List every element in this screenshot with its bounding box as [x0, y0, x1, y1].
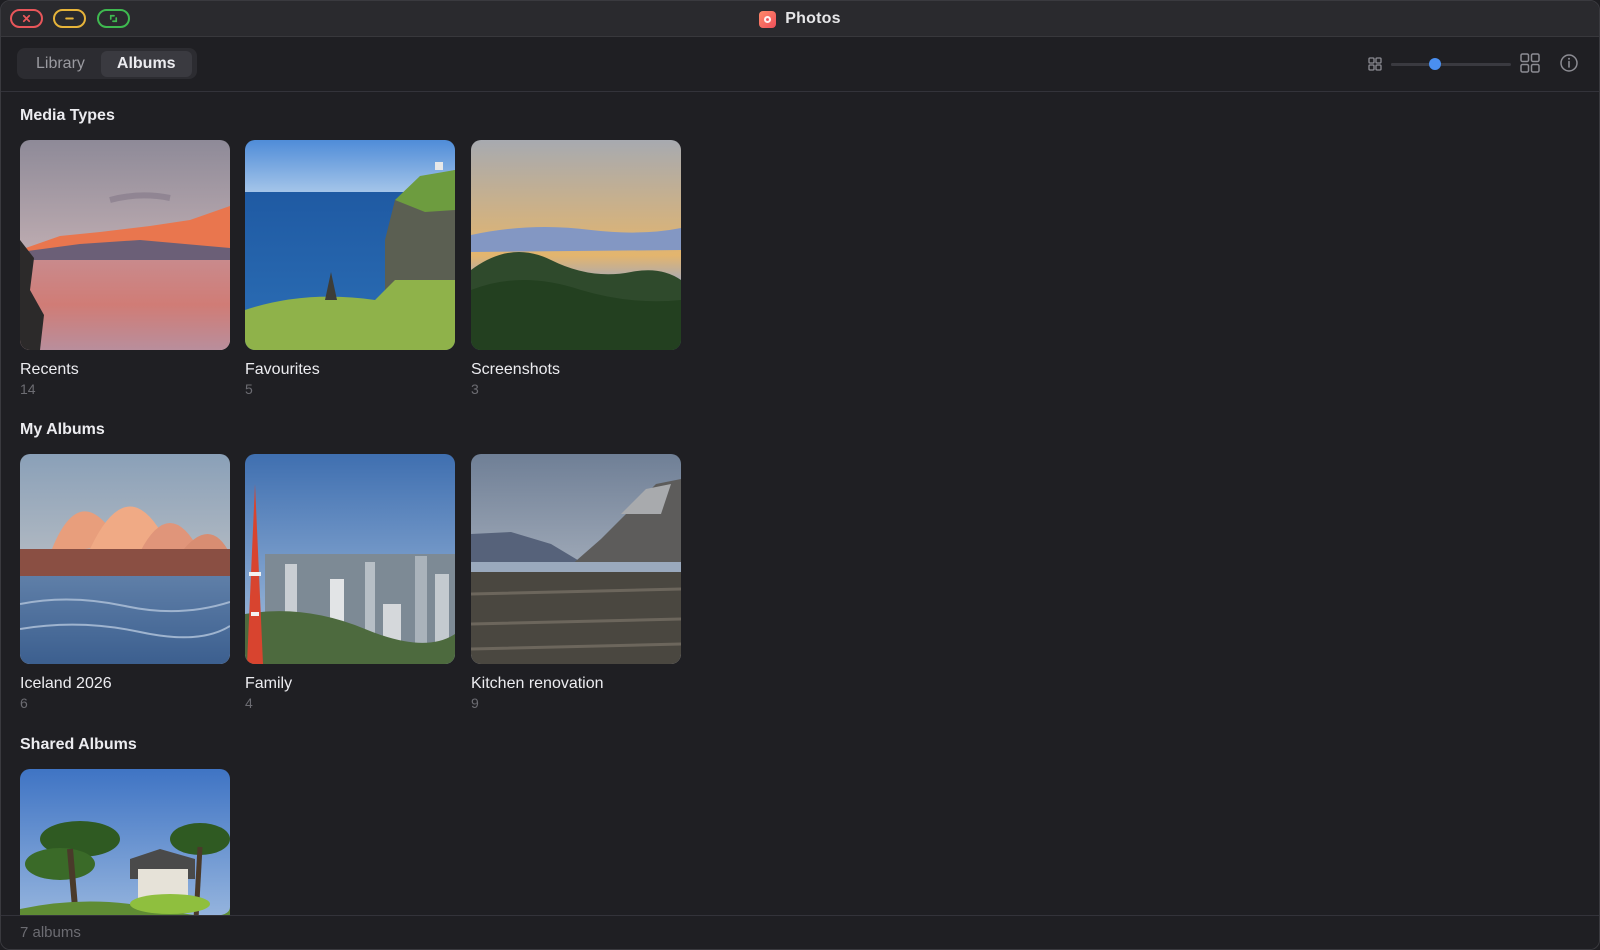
album-thumbnail	[245, 140, 455, 350]
album-name: Kitchen renovation	[471, 675, 604, 692]
album-count: 5	[245, 381, 253, 397]
tab-library[interactable]: Library	[20, 51, 101, 77]
album-count: 4	[245, 695, 253, 711]
status-bar: 7 albums	[1, 915, 1599, 949]
info-icon[interactable]	[1559, 53, 1579, 73]
album-count: 9	[471, 695, 479, 711]
toolbar: Library Albums	[1, 37, 1599, 92]
section-title-my-albums: My Albums	[20, 421, 105, 438]
album-iceland-2026[interactable]: Iceland 2026 6	[20, 454, 230, 711]
album-favourites[interactable]: Favourites 5	[245, 140, 455, 397]
album-thumbnail	[471, 140, 681, 350]
large-grid-icon[interactable]	[1519, 52, 1541, 74]
album-count: 6	[20, 695, 28, 711]
album-thumbnail	[20, 454, 230, 664]
section-title-media-types: Media Types	[20, 107, 115, 124]
album-count: 14	[20, 381, 36, 397]
section-title-shared-albums: Shared Albums	[20, 736, 137, 753]
album-kitchen-renovation[interactable]: Kitchen renovation 9	[471, 454, 681, 711]
album-shared[interactable]	[20, 769, 230, 917]
album-family[interactable]: Family 4	[245, 454, 455, 711]
zoom-slider[interactable]	[1391, 58, 1511, 70]
album-thumbnail	[471, 454, 681, 664]
album-thumbnail	[20, 769, 230, 917]
album-name: Family	[245, 675, 293, 692]
album-screenshots[interactable]: Screenshots 3	[471, 140, 681, 397]
window-title-group: Photos	[1, 1, 1599, 37]
zoom-slider-thumb[interactable]	[1428, 58, 1441, 70]
title-bar: Photos	[1, 1, 1599, 37]
album-count: 3	[471, 381, 479, 397]
window-title: Photos	[785, 10, 841, 27]
album-name: Iceland 2026	[20, 675, 112, 692]
album-recents[interactable]: Recents 14	[20, 140, 230, 397]
photos-window: Photos Library Albums Media Types Recent…	[0, 0, 1600, 950]
album-name: Screenshots	[471, 361, 560, 378]
albums-content: Media Types Recents 14 Favourites 5 Scre…	[1, 93, 1599, 917]
tab-albums[interactable]: Albums	[100, 50, 192, 77]
album-name: Recents	[20, 361, 79, 378]
album-name: Favourites	[245, 361, 320, 378]
album-thumbnail	[245, 454, 455, 664]
photos-app-icon	[759, 10, 777, 28]
view-segmented-control: Library Albums	[17, 48, 197, 79]
small-grid-icon[interactable]	[1367, 56, 1383, 72]
album-count-summary: 7 albums	[20, 924, 81, 941]
album-thumbnail	[20, 140, 230, 350]
